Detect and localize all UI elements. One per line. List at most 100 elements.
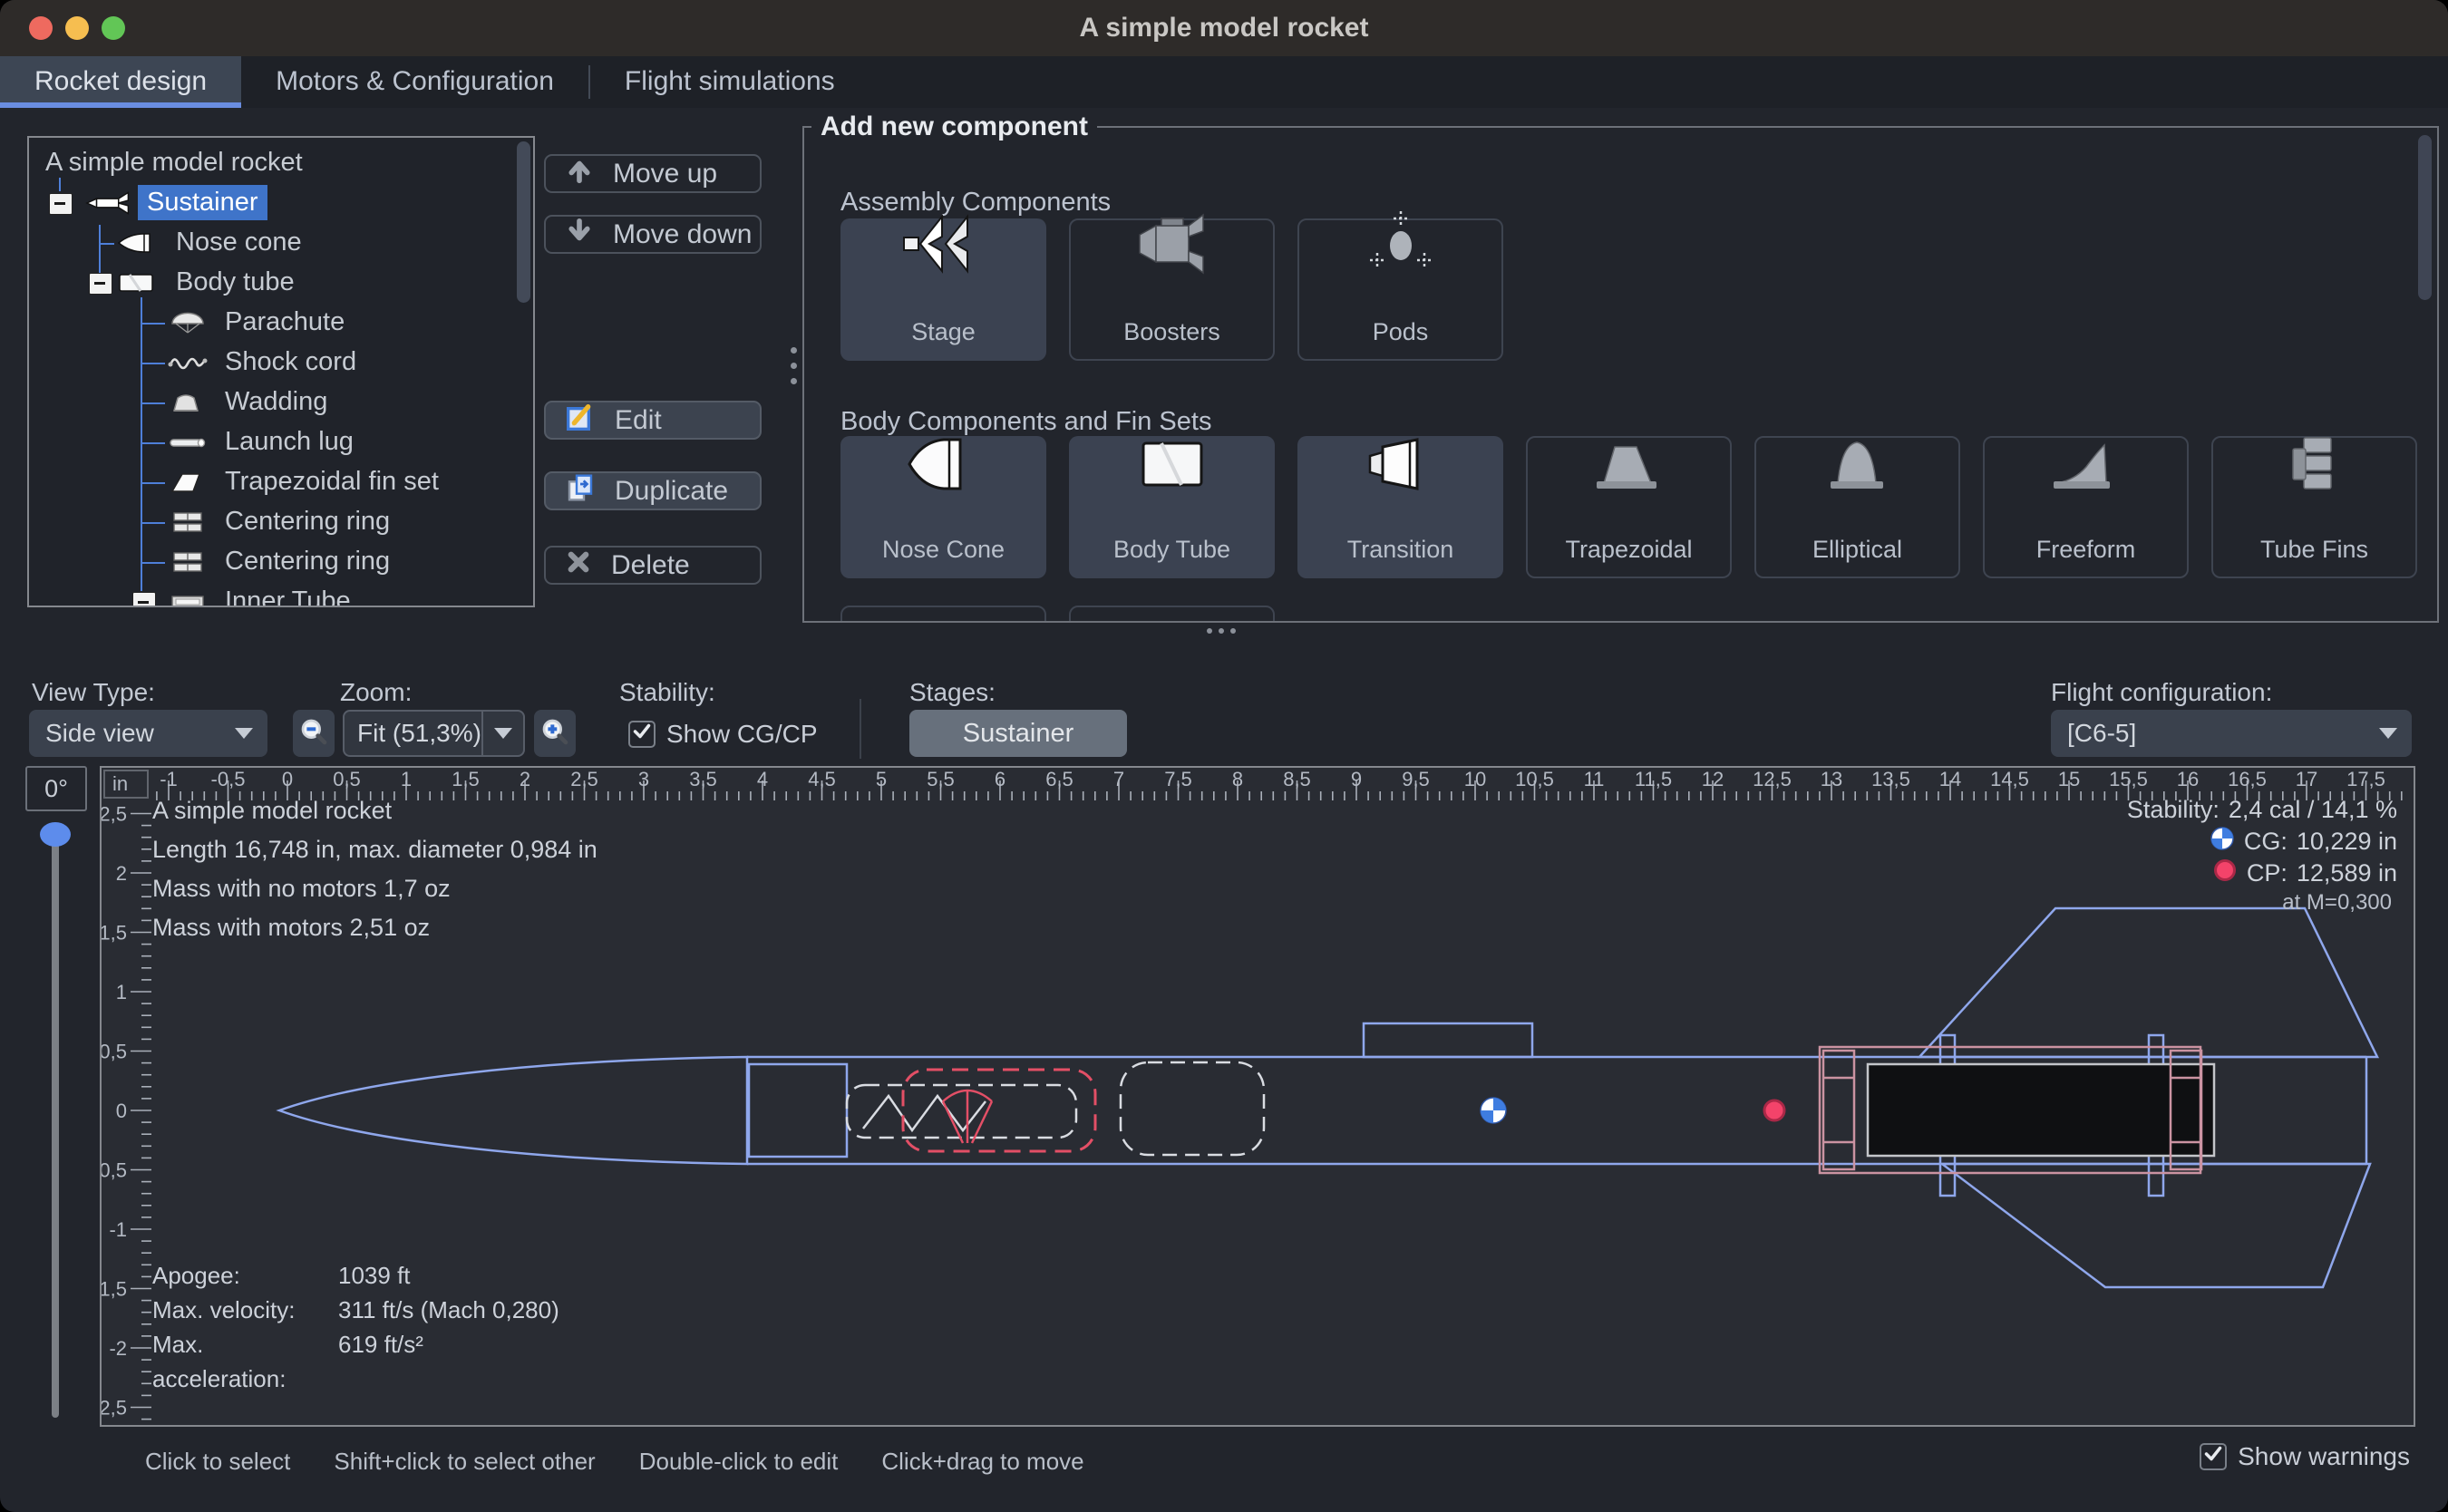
svg-text:14,5: 14,5 [1990,768,2029,790]
flight-row-value: 311 ft/s (Mach 0,280) [338,1293,559,1327]
flight-row: Max. velocity:311 ft/s (Mach 0,280) [152,1293,559,1327]
show-cg-cp-checkbox[interactable] [628,721,656,748]
flight-row-label: Apogee: [152,1258,338,1293]
tree-item-a-simple-model-rocket[interactable]: A simple model rocket [29,143,515,183]
component-tile-trapezoidal[interactable]: Trapezoidal [1526,436,1732,578]
tile-row: Nose Cone Body TubeTransitionTrapezoidalE… [840,436,2417,578]
stage-toggle-sustainer[interactable]: Sustainer [909,710,1127,757]
body-tube-icon [1131,432,1214,500]
show-warnings-checkbox[interactable] [2200,1443,2227,1470]
chevron-down-icon [2379,728,2397,739]
svg-text:1,5: 1,5 [102,922,127,945]
tree-item-label: Centering ring [216,504,399,539]
tree-connector [141,323,165,325]
hint-text: Click+drag to move [881,1448,1083,1476]
wadding-outline [1121,1062,1264,1155]
component-tile-partial[interactable] [1069,606,1275,623]
cp-value: 12,589 in [2297,859,2397,887]
svg-text:2: 2 [520,768,530,790]
component-tile-partial[interactable] [840,606,1046,623]
svg-text:1,5: 1,5 [452,768,480,790]
tab-rocket-design[interactable]: Rocket design [0,56,241,108]
zoom-out-icon [299,717,328,751]
chevron-down-icon [494,728,512,739]
component-tile-nose-cone[interactable]: Nose Cone [840,436,1046,578]
cp-icon [2212,858,2238,889]
tree-item-label: Parachute [216,305,354,340]
flight-row: Max. acceleration:619 ft/s² [152,1327,559,1396]
tree-item-body-tube[interactable]: Body tube [29,263,515,303]
component-tile-pods[interactable]: Pods [1297,218,1503,361]
tree-item-centering-ring[interactable]: Centering ring [29,502,515,542]
component-tile-elliptical[interactable]: Elliptical [1754,436,1960,578]
tree-scrollbar-thumb[interactable] [517,141,530,303]
tree-item-launch-lug[interactable]: Launch lug [29,422,515,462]
delete-button[interactable]: Delete [544,546,762,585]
svg-text:0: 0 [116,1100,127,1122]
motor-assembly[interactable] [1820,1047,2214,1173]
svg-text:12,5: 12,5 [1753,768,1792,790]
tile-label: Nose Cone [882,536,1005,564]
stability-value: 2,4 cal / 14,1 % [2229,796,2397,824]
tree-item-parachute[interactable]: Parachute [29,303,515,343]
move-up-button[interactable]: Move up [544,154,762,193]
tree-item-label: Launch lug [216,424,363,460]
component-tile-freeform[interactable]: Freeform [1983,436,2189,578]
centering-ring-icon [167,510,209,534]
rocket-view-panel[interactable]: -1-0,500,511,522,533,544,555,566,577,588… [100,766,2415,1427]
edit-button[interactable]: Edit [544,401,762,440]
tree-item-label: Shock cord [216,344,365,380]
svg-text:1: 1 [116,981,127,1003]
move-down-button[interactable]: Move down [544,215,762,254]
tab-flight-simulations[interactable]: Flight simulations [590,56,869,108]
tree-connector [141,402,165,404]
view-type-dropdown[interactable]: Side view [29,710,267,757]
tab-motors-configuration[interactable]: Motors & Configuration [241,56,588,108]
zoom-in-button[interactable] [534,710,576,757]
rotation-slider-handle[interactable] [40,822,71,847]
component-tile-tube-fins[interactable]: Tube Fins [2211,436,2417,578]
tree-item-trapezoidal-fin-set[interactable]: Trapezoidal fin set [29,462,515,502]
tree-item-centering-ring[interactable]: Centering ring [29,542,515,582]
flight-config-dropdown[interactable]: [C6-5] [2051,710,2412,757]
tile-row-partial [840,606,1275,623]
ruler-unit-box: in [103,770,149,799]
hint-text: Click to select [145,1448,290,1476]
zoom-in-icon [540,717,569,751]
tile-label: Freeform [2036,536,2136,564]
chevron-down-icon [235,728,253,739]
svg-text:8: 8 [1232,768,1243,790]
tube-fins-icon [2273,432,2356,500]
recovery-components[interactable] [847,1062,1264,1155]
rotation-slider-track[interactable] [52,833,59,1418]
window-title: A simple model rocket [0,0,2448,56]
tree-item-wadding[interactable]: Wadding [29,383,515,422]
component-tile-boosters[interactable]: Boosters [1069,218,1275,361]
tree-expander[interactable] [89,273,112,295]
zoom-level-combo[interactable]: Fit (51,3%) [343,710,525,757]
zoom-out-button[interactable] [293,710,335,757]
cp-label: CP: [2247,859,2288,887]
hint-text: Double-click to edit [639,1448,839,1476]
component-tile-body-tube[interactable]: Body Tube [1069,436,1275,578]
duplicate-icon [566,473,595,509]
edit-icon [566,402,595,439]
tree-item-inner-tube[interactable]: Inner Tube [29,582,515,607]
tree-expander[interactable] [132,592,156,607]
svg-text:13,5: 13,5 [1871,768,1910,790]
svg-text:5: 5 [876,768,887,790]
stage-icon [902,209,986,283]
component-tile-stage[interactable]: Stage [840,218,1046,361]
component-tile-transition[interactable]: Transition [1297,436,1503,578]
add-component-panel: Assembly ComponentsStageBoostersPodsBody… [802,126,2439,623]
tree-connector [141,363,165,364]
rotation-angle-display: 0° [25,766,87,811]
tree-item-shock-cord[interactable]: Shock cord [29,343,515,383]
elliptical-icon [1816,432,1899,500]
add-panel-scrollbar-thumb[interactable] [2418,135,2432,300]
launch-lug-outline [1364,1023,1532,1057]
svg-text:-2: -2 [109,1337,127,1360]
tree-expander[interactable] [49,193,73,215]
duplicate-button[interactable]: Duplicate [544,471,762,510]
tree-item-sustainer[interactable]: Sustainer [29,183,515,223]
